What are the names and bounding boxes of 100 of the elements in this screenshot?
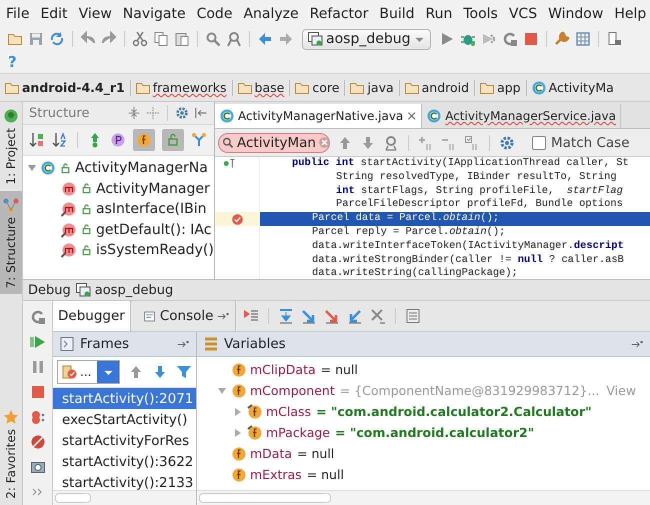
side-tab[interactable]: 7: Structure (0, 190, 22, 294)
tree-item[interactable]: asInterface(IBin (23, 199, 214, 220)
menu-item[interactable]: Tools (463, 6, 498, 22)
variable-row[interactable]: mClass = "com.android.calculator2.Calculator" (197, 401, 650, 422)
cut-icon[interactable] (132, 31, 148, 47)
tree-item[interactable]: getDefault(): IAc (23, 220, 214, 240)
editor-tab[interactable]: ActivityManagerService.java (422, 104, 621, 128)
side-tab[interactable]: 1: Project (0, 102, 22, 191)
step-out-icon[interactable] (347, 308, 364, 324)
forward-arrow-icon[interactable] (278, 31, 294, 47)
step-over-icon[interactable] (278, 308, 294, 324)
tree-item[interactable]: ActivityManager (23, 178, 214, 199)
stop-icon[interactable] (30, 384, 46, 400)
search-field[interactable]: ActivityMan (218, 132, 330, 152)
thread-dropdown[interactable]: ... (57, 360, 120, 384)
frame-item[interactable]: execStartActivity() (53, 409, 196, 430)
menu-item[interactable]: Build (379, 6, 414, 22)
breakpoints-icon[interactable] (30, 409, 46, 425)
breadcrumb-item[interactable]: android-4.4_r1 (4, 80, 131, 96)
down-arrow-icon[interactable] (152, 364, 168, 380)
breakpoint-icon[interactable] (231, 212, 244, 226)
variable-row[interactable]: mData = null (197, 443, 650, 464)
device-icon[interactable] (606, 31, 622, 47)
menu-item[interactable]: Navigate (122, 6, 186, 22)
expand-arrow-icon[interactable] (233, 406, 243, 416)
up-arrow-icon[interactable] (128, 364, 144, 380)
scrollbar-thumb[interactable] (55, 493, 91, 503)
find-icon[interactable] (205, 31, 221, 47)
settings-icon[interactable] (499, 134, 515, 150)
step-into-icon[interactable] (301, 308, 318, 324)
menu-item[interactable]: VCS (508, 6, 538, 22)
lock-icon[interactable] (162, 129, 184, 151)
debug-tab[interactable]: Console (138, 301, 236, 331)
tree-item[interactable]: isSystemReady() (23, 240, 214, 260)
menu-item[interactable]: File (6, 6, 30, 22)
breadcrumb-item[interactable]: ActivityMa (530, 80, 619, 96)
hide-icon[interactable] (194, 106, 208, 120)
camera-icon[interactable] (30, 459, 46, 475)
menu-item[interactable]: Refactor (310, 6, 368, 22)
breadcrumb-item[interactable]: base (236, 80, 290, 96)
drop-frame-icon[interactable] (370, 308, 386, 324)
variable-row[interactable]: mPackage = "com.android.calculator2" (197, 422, 650, 443)
menu-item[interactable]: View (78, 6, 112, 22)
hierarchy-icon[interactable] (191, 132, 207, 148)
implements-icon[interactable] (223, 157, 236, 170)
debug-tab[interactable]: Debugger (53, 301, 131, 331)
sort-alphabetically-icon[interactable] (52, 132, 68, 148)
mute-breakpoints-icon[interactable] (30, 434, 46, 450)
force-step-into-icon[interactable] (324, 308, 340, 324)
menu-item[interactable]: Edit (40, 6, 68, 22)
save-icon[interactable] (28, 31, 44, 47)
side-tab[interactable]: 2: Favorites (0, 403, 22, 505)
back-arrow-icon[interactable] (257, 31, 273, 47)
breadcrumb-item[interactable]: java (349, 80, 400, 96)
run-icon[interactable] (439, 31, 456, 47)
variable-row[interactable]: mExtras = null (197, 464, 650, 485)
up-arrow-icon[interactable] (337, 134, 353, 150)
clear-icon[interactable] (318, 136, 331, 149)
folder-icon[interactable] (7, 31, 23, 47)
rerun-icon[interactable] (502, 31, 518, 47)
settings-icon[interactable] (175, 106, 189, 120)
property-icon[interactable] (110, 132, 126, 148)
run-config-dropdown[interactable]: aosp_debug (302, 28, 432, 50)
collapse-icon[interactable] (127, 106, 141, 120)
frame-item[interactable]: startActivityForRes (53, 430, 196, 451)
menu-item[interactable]: Help (614, 6, 646, 22)
copy-icon[interactable] (153, 31, 169, 47)
field-icon[interactable] (133, 129, 155, 151)
menu-item[interactable]: Window (548, 6, 604, 22)
frame-item[interactable]: startActivity():2071 (53, 388, 196, 409)
filter-icon[interactable] (176, 364, 192, 380)
variable-row[interactable]: mComponent = {ComponentName@831929983712}... View (197, 380, 650, 401)
scrollbar-thumb[interactable] (199, 493, 331, 503)
tree-item[interactable]: ActivityManagerNa (23, 158, 214, 178)
expand-arrow-icon[interactable] (27, 163, 37, 174)
expand-icon[interactable] (146, 106, 160, 120)
editor-tab[interactable]: ActivityManagerNative.java × (215, 104, 422, 128)
resume-icon[interactable] (30, 334, 46, 350)
sync-icon[interactable] (49, 31, 65, 47)
wrench-icon[interactable] (554, 31, 570, 47)
replace-icon[interactable] (226, 31, 242, 47)
grid-icon[interactable] (575, 31, 592, 47)
menu-item[interactable]: Analyze (243, 6, 299, 22)
breadcrumb-item[interactable]: frameworks (134, 80, 233, 96)
frame-item[interactable]: startActivity():3622 (53, 451, 196, 472)
sort-by-visibility-icon[interactable] (29, 132, 45, 148)
breadcrumb-item[interactable]: android (404, 80, 476, 96)
find-usages-icon[interactable] (383, 134, 399, 150)
expand-arrow-icon[interactable] (217, 386, 227, 396)
evaluate-icon[interactable] (405, 308, 422, 324)
expand-arrow-icon[interactable] (233, 428, 243, 438)
rerun-icon[interactable] (30, 309, 46, 325)
attach-icon[interactable] (481, 31, 498, 47)
menu-item[interactable]: Run (426, 6, 452, 22)
down-arrow-icon[interactable] (360, 134, 376, 150)
match-case-checkbox[interactable]: Match Case (532, 134, 630, 150)
variable-row[interactable]: mClipData = null (197, 359, 650, 380)
breadcrumb-item[interactable]: app (479, 80, 527, 96)
menu-item[interactable]: Code (196, 6, 232, 22)
frame-item[interactable]: startActivity():2133 (53, 472, 196, 490)
